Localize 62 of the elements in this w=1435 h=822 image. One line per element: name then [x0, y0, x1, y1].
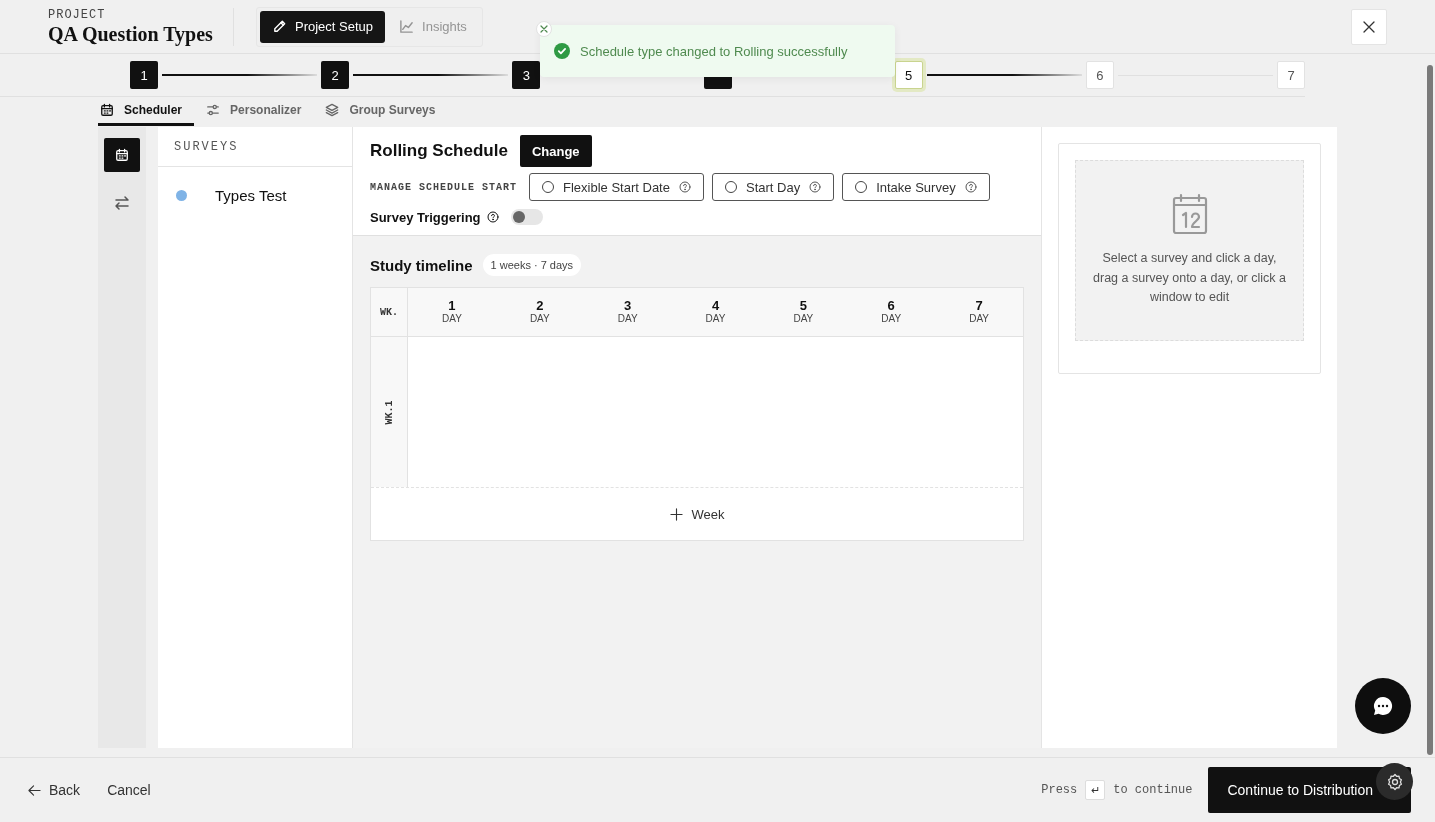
calendar-icon — [115, 148, 129, 162]
surveys-heading: SURVEYS — [158, 127, 352, 167]
section-tab[interactable]: Group Surveys — [323, 97, 448, 126]
duration-badge: 1 weeks · 7 days — [482, 254, 582, 276]
continue-hint: to continue — [1113, 783, 1193, 797]
swap-arrows-icon — [114, 195, 130, 211]
help-icon — [486, 211, 499, 223]
step-marker[interactable]: 5 — [894, 61, 923, 89]
step-marker[interactable]: 6 — [1085, 61, 1114, 89]
step-marker[interactable]: 7 — [1277, 61, 1306, 89]
help-icon — [964, 181, 977, 193]
press-hint: Press — [1041, 783, 1078, 797]
help-icon — [678, 181, 691, 193]
settings-icon — [1385, 772, 1404, 791]
week-label: WK.1 — [383, 400, 395, 424]
project-title: QA Question Types — [48, 21, 214, 46]
close-icon — [1362, 20, 1376, 34]
manage-schedule-start-label: MANAGE SCHEDULE START — [370, 181, 518, 193]
close-icon — [540, 25, 548, 33]
arrow-left-icon — [28, 783, 41, 797]
survey-item[interactable]: Types Test — [158, 167, 352, 223]
step-marker[interactable]: 2 — [321, 61, 350, 89]
step-marker[interactable]: 3 — [512, 61, 541, 89]
toast-message: Schedule type changed to Rolling successfully — [580, 43, 848, 59]
survey-triggering-label: Survey Triggering — [370, 209, 481, 225]
day-column-header: 6 DAY — [880, 297, 903, 326]
toast-close-button[interactable] — [536, 21, 552, 37]
toggle-switch[interactable] — [510, 209, 543, 225]
day-column-header: 4 DAY — [704, 297, 727, 326]
start-option-radio[interactable]: Intake Survey — [842, 173, 990, 201]
timeline-title: Study timeline — [370, 256, 473, 274]
chat-bubble-icon — [1372, 695, 1394, 717]
cancel-button[interactable]: Cancel — [107, 782, 151, 798]
sliders-icon — [206, 103, 221, 117]
enter-key: ↵ — [1085, 780, 1106, 800]
plus-icon — [669, 507, 683, 521]
check-circle-icon — [554, 43, 570, 59]
chat-button[interactable] — [1355, 678, 1411, 734]
day-column-header: 3 DAY — [616, 297, 639, 326]
week-column-header: WK. — [371, 288, 408, 336]
line-chart-icon — [399, 19, 415, 34]
day-column-header: 5 DAY — [792, 297, 815, 326]
pencil-icon — [272, 19, 287, 34]
project-label: PROJECT — [48, 7, 107, 22]
schedule-title: Rolling Schedule — [370, 141, 508, 161]
help-icon — [809, 181, 822, 193]
scrollbar-thumb[interactable] — [1427, 65, 1433, 755]
change-button[interactable]: Change — [519, 135, 592, 167]
mode-tab[interactable]: Project Setup — [260, 10, 386, 43]
rail-button[interactable] — [104, 138, 140, 172]
start-option-radio[interactable]: Flexible Start Date — [529, 173, 704, 201]
start-option-radio[interactable]: Start Day — [711, 173, 835, 201]
calendar-icon — [1171, 193, 1208, 235]
day-column-header: 2 DAY — [528, 297, 551, 326]
section-tab[interactable]: Personalizer — [204, 97, 314, 126]
layers-icon — [325, 103, 340, 117]
back-button[interactable]: Back — [28, 782, 81, 798]
day-column-header: 1 DAY — [441, 297, 463, 326]
step-marker[interactable]: 1 — [130, 61, 158, 89]
hint-text: Select a survey and click a day, drag a survey onto a day, or click a window to edit — [1092, 250, 1287, 306]
day-column-header: 7 DAY — [968, 297, 990, 326]
calendar-icon — [100, 103, 114, 117]
